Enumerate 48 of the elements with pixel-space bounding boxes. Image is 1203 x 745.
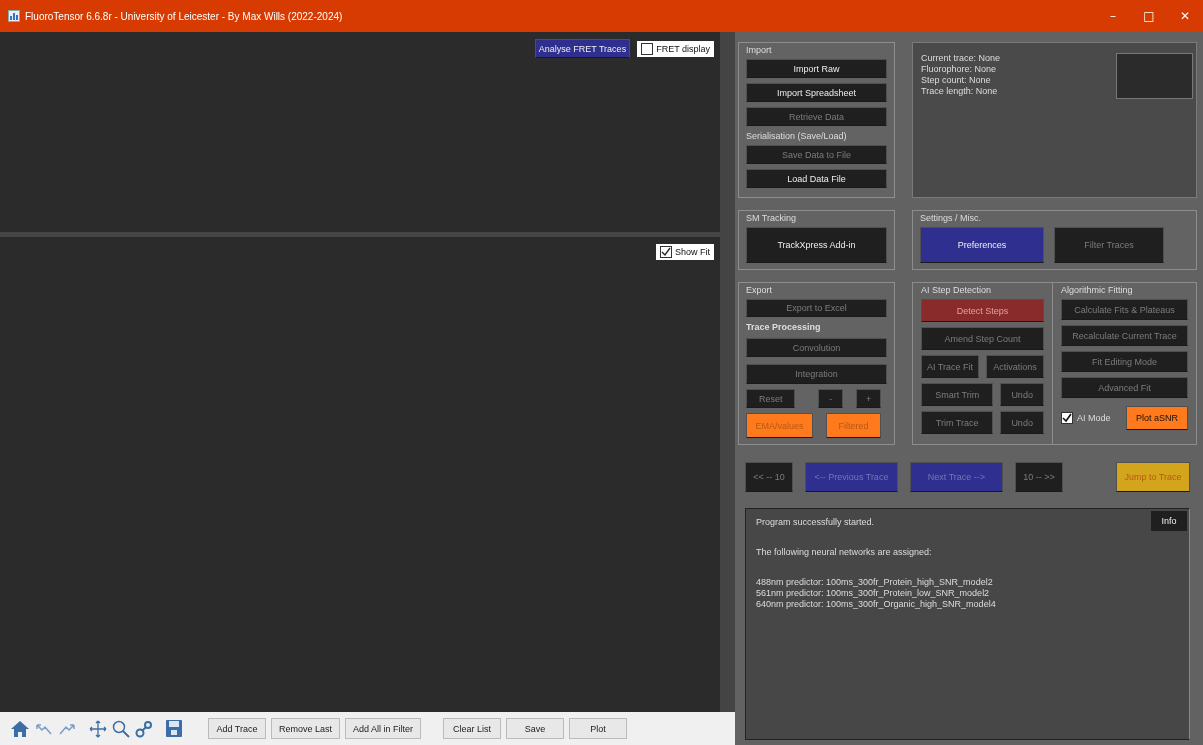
group-title: Import (746, 45, 773, 56)
settings-icon[interactable] (135, 719, 153, 738)
trace-info-text: Step count: None (921, 75, 992, 86)
import-button[interactable]: Import Spreadsheet (746, 83, 887, 102)
minimize-button[interactable]: – (1095, 9, 1131, 23)
toolbar-button[interactable]: Add Trace (208, 718, 266, 739)
window-title: FluoroTensor 6.6.8r - University of Leicester - By Max Wills (2022-2024) (25, 10, 343, 22)
show-fit-checkbox[interactable]: Show Fit (656, 244, 714, 260)
trace-info-text: Fluorophore: None (921, 64, 998, 75)
toolbar-button[interactable]: Add All in Filter (345, 718, 422, 739)
save-icon[interactable] (166, 720, 182, 737)
log-text: Program successfully started. (756, 517, 875, 528)
trackxpress-button[interactable]: TrackXpress Add-in (746, 227, 887, 263)
home-icon[interactable] (10, 719, 30, 738)
ai-mode-checkbox[interactable]: AI Mode (1061, 412, 1111, 424)
log-text: 488nm predictor: 100ms_300fr_Protein_high_SNR_model2 (756, 577, 993, 588)
pan-icon[interactable] (89, 719, 107, 738)
group-subtitle: Serialisation (Save/Load) (746, 131, 848, 142)
search-icon[interactable] (112, 719, 130, 738)
maximize-button[interactable]: □ (1131, 9, 1167, 23)
fret-checkbox[interactable]: FRET display (637, 40, 714, 57)
group-title: AI Step Detection (921, 285, 993, 296)
group-title: SM Tracking (746, 213, 797, 224)
check-icon (661, 247, 671, 257)
toolbar-button[interactable]: Save (506, 718, 565, 739)
trace-info-text: Trace length: None (921, 86, 999, 97)
app-icon (8, 10, 20, 22)
trace-info-text: Current trace: None (921, 53, 1002, 64)
group-title: Algorithmic Fitting (1061, 285, 1134, 296)
analyse-button[interactable]: Analyse FRET Traces (534, 39, 631, 58)
toolbar-button[interactable]: Plot (569, 718, 628, 739)
settings-button[interactable]: Preferences (920, 227, 1044, 263)
import-button[interactable]: Import Raw (746, 59, 887, 78)
log-text: 640nm predictor: 100ms_300fr_Organic_high_SNR_model4 (756, 599, 996, 610)
group-subtitle: Trace Processing (746, 321, 822, 333)
toolbar-button[interactable]: Remove Last (271, 718, 341, 739)
toolbar-button[interactable]: Clear List (443, 718, 502, 739)
log-text: 561nm predictor: 100ms_300fr_Protein_low_SNR_model2 (756, 588, 990, 599)
file-button[interactable]: Load Data File (746, 169, 887, 188)
log-text: The following neural networks are assigned: (756, 547, 932, 558)
group-title: Export (746, 285, 773, 296)
back-arrow-icon[interactable] (35, 721, 53, 736)
info-button[interactable]: Info (1151, 511, 1187, 531)
forward-arrow-icon[interactable] (58, 721, 76, 736)
plot-button[interactable]: Plot aSNR (1126, 406, 1188, 430)
group-title: Settings / Misc. (920, 213, 983, 224)
close-button[interactable]: ✕ (1167, 9, 1203, 23)
check-icon (1062, 413, 1072, 423)
